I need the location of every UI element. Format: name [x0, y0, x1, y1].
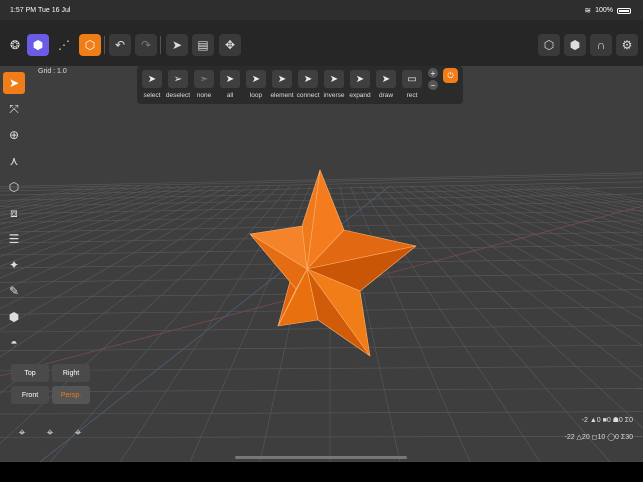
select-tool-icon[interactable]: ➤	[166, 34, 188, 56]
none-cursor-icon: ➣	[194, 70, 214, 88]
battery-icon	[617, 7, 631, 14]
expand-label: expand	[349, 92, 371, 99]
toolbar-divider	[104, 36, 105, 54]
expand-cursor-icon: ➤	[350, 70, 370, 88]
select-cursor-icon: ➤	[142, 70, 162, 88]
expand-option[interactable]: ➤ expand	[347, 70, 373, 99]
focus-selection-icon[interactable]: ⌖	[41, 423, 59, 441]
none-option[interactable]: ➣ none	[191, 70, 217, 99]
mesh-tool-icon[interactable]: ✦	[3, 254, 25, 276]
all-option[interactable]: ➤ all	[217, 70, 243, 99]
draw-label: draw	[378, 92, 394, 99]
select-label: select	[143, 92, 161, 99]
wifi-icon: ≋	[584, 6, 592, 15]
view-top-button[interactable]: Top	[11, 364, 49, 382]
pen-tool-icon[interactable]: ✎	[3, 280, 25, 302]
top-toolbar: ❂ ⬢ ⋰ ⬡ ↶ ↷ ➤ ▤ ✥ ⬡ ⬢ ∩ ⚙	[0, 20, 643, 66]
draw-cursor-icon: ➤	[376, 70, 396, 88]
inverse-label: inverse	[323, 92, 345, 99]
undo-icon[interactable]: ↶	[109, 34, 131, 56]
pointer-tool-icon[interactable]: ➤	[3, 72, 25, 94]
rect-option[interactable]: ▭ rect	[399, 70, 425, 99]
notes-icon[interactable]: ▤	[192, 34, 214, 56]
deselect-option[interactable]: ➢ deselect	[165, 70, 191, 99]
rotate-tool-icon[interactable]: ⊕	[3, 124, 25, 146]
move-tool-icon[interactable]: ⤧	[3, 98, 25, 120]
view-front-button[interactable]: Front	[11, 386, 49, 404]
stats-line-2: -22 △20 ◻10 ◯0 Σ30	[564, 434, 633, 441]
home-indicator[interactable]	[235, 456, 407, 459]
element-option[interactable]: ➤ element	[269, 70, 295, 99]
frame-tool-icon[interactable]: ⧈	[3, 202, 25, 224]
vertices-icon[interactable]: ⋰	[53, 34, 75, 56]
redo-icon[interactable]: ↷	[135, 34, 157, 56]
status-bar: 1:57 PM Tue 16 Jul ≋ 100%	[0, 0, 643, 20]
focus-all-icon[interactable]: ⌖	[13, 423, 31, 441]
connect-option[interactable]: ➤ connect	[295, 70, 321, 99]
minus-icon[interactable]: −	[428, 80, 438, 90]
element-label: element	[270, 92, 294, 99]
cube-solid-icon[interactable]: ⬡	[538, 34, 560, 56]
cube-wire-icon[interactable]: ⬢	[564, 34, 586, 56]
magnet-icon[interactable]: ∩	[590, 34, 612, 56]
all-cursor-icon: ➤	[220, 70, 240, 88]
view-right-button[interactable]: Right	[52, 364, 90, 382]
rect-select-icon: ▭	[402, 70, 422, 88]
cube-orange-icon[interactable]: ⬡	[79, 34, 101, 56]
deselect-label: deselect	[165, 92, 191, 99]
viewport-canvas[interactable]	[0, 66, 643, 462]
rect-label: rect	[406, 92, 418, 99]
loop-cursor-icon: ➤	[246, 70, 266, 88]
toolbar-divider	[160, 36, 161, 54]
layers-tool-icon[interactable]: ☰	[3, 228, 25, 250]
scale-tool-icon[interactable]: ⋏	[3, 150, 25, 172]
status-right: ≋ 100%	[584, 6, 631, 15]
objects-icon[interactable]: ❂	[4, 34, 26, 56]
stats-line-1: -2 ▲0 ■0 ☗0 Σ0	[581, 417, 633, 424]
cube-tool-icon[interactable]: ⬢	[3, 306, 25, 328]
connect-label: connect	[296, 92, 320, 99]
inverse-cursor-icon: ➤	[324, 70, 344, 88]
dome-tool-icon[interactable]: ◓	[3, 332, 25, 354]
status-time: 1:57 PM	[10, 7, 37, 14]
loop-option[interactable]: ➤ loop	[243, 70, 269, 99]
3d-viewport[interactable]: Grid : 1.0 ➤ ⤧ ⊕ ⋏ ⬡ ⧈ ☰ ✦ ✎ ⬢ ◓ ➤ selec…	[0, 66, 643, 462]
plus-icon[interactable]: +	[428, 68, 438, 78]
loop-label: loop	[249, 92, 263, 99]
select-option[interactable]: ➤ select	[139, 70, 165, 99]
view-persp-button[interactable]: Persp.	[52, 386, 90, 404]
status-date: Tue 16 Jul	[38, 7, 71, 14]
element-cursor-icon: ➤	[272, 70, 292, 88]
selection-mode-icon[interactable]: ⏻	[443, 68, 458, 83]
focus-object-icon[interactable]: ⌖	[69, 423, 87, 441]
grid-label: Grid : 1.0	[38, 68, 67, 75]
connect-cursor-icon: ➤	[298, 70, 318, 88]
settings-icon[interactable]: ⚙	[616, 34, 638, 56]
battery-percent: 100%	[595, 7, 613, 14]
none-label: none	[196, 92, 212, 99]
tool-sidebar: ➤ ⤧ ⊕ ⋏ ⬡ ⧈ ☰ ✦ ✎ ⬢ ◓	[3, 72, 25, 354]
transform-icon[interactable]: ✥	[219, 34, 241, 56]
inverse-option[interactable]: ➤ inverse	[321, 70, 347, 99]
deselect-cursor-icon: ➢	[168, 70, 188, 88]
box-tool-icon[interactable]: ⬡	[3, 176, 25, 198]
bottom-bar	[0, 462, 643, 482]
draw-option[interactable]: ➤ draw	[373, 70, 399, 99]
all-label: all	[226, 92, 234, 99]
selection-panel: ➤ select ➢ deselect ➣ none ➤ all ➤ loop …	[137, 66, 463, 104]
cube-purple-icon[interactable]: ⬢	[27, 34, 49, 56]
